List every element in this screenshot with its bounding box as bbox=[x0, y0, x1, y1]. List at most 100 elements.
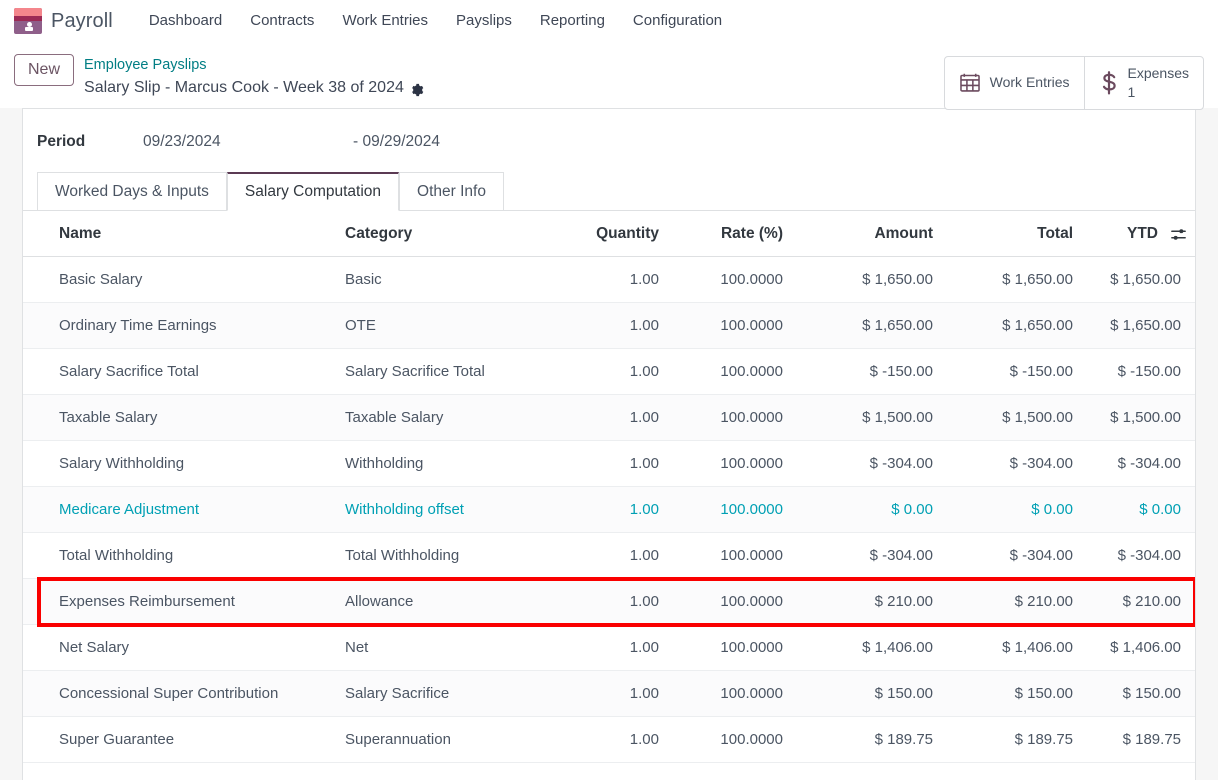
table-row[interactable]: Basic SalaryBasic1.00100.0000$ 1,650.00$… bbox=[23, 257, 1195, 303]
cell-category[interactable]: Net bbox=[335, 625, 551, 671]
cell-amount[interactable]: $ -150.00 bbox=[793, 349, 943, 395]
cell-category[interactable]: Salary Sacrifice Total bbox=[335, 349, 551, 395]
cell-name[interactable]: Ordinary Time Earnings bbox=[23, 303, 335, 349]
cell-name[interactable]: Salary Withholding bbox=[23, 441, 335, 487]
cell-amount[interactable]: $ 150.00 bbox=[793, 671, 943, 717]
table-row[interactable]: Salary WithholdingWithholding1.00100.000… bbox=[23, 441, 1195, 487]
cell-rate[interactable]: 100.0000 bbox=[669, 671, 793, 717]
cell-name[interactable]: Total Withholding bbox=[23, 533, 335, 579]
cell-quantity[interactable]: 1.00 bbox=[551, 257, 669, 303]
cell-category[interactable]: Superannuation bbox=[335, 717, 551, 763]
table-row[interactable]: Medicare AdjustmentWithholding offset1.0… bbox=[23, 487, 1195, 533]
nav-item-reporting[interactable]: Reporting bbox=[526, 0, 619, 42]
cell-ytd[interactable]: $ 189.75 bbox=[1083, 717, 1195, 763]
cell-quantity[interactable]: 1.00 bbox=[551, 349, 669, 395]
stat-button-work-entries[interactable]: Work Entries bbox=[945, 57, 1085, 109]
cell-amount[interactable]: $ 210.00 bbox=[793, 579, 943, 625]
cell-category[interactable]: Taxable Salary bbox=[335, 395, 551, 441]
cell-rate[interactable]: 100.0000 bbox=[669, 717, 793, 763]
period-date-from[interactable]: 09/23/2024 bbox=[143, 133, 353, 151]
column-header-amount[interactable]: Amount bbox=[793, 211, 943, 257]
table-row[interactable]: Ordinary Time EarningsOTE1.00100.0000$ 1… bbox=[23, 303, 1195, 349]
cell-category[interactable]: Total Withholding bbox=[335, 533, 551, 579]
column-header-name[interactable]: Name bbox=[23, 211, 335, 257]
nav-item-configuration[interactable]: Configuration bbox=[619, 0, 736, 42]
table-row[interactable]: Total WithholdingTotal Withholding1.0010… bbox=[23, 533, 1195, 579]
cell-name[interactable]: Basic Salary bbox=[23, 257, 335, 303]
cell-amount[interactable]: $ 1,406.00 bbox=[793, 625, 943, 671]
cell-name[interactable]: Concessional Super Contribution bbox=[23, 671, 335, 717]
cell-ytd[interactable]: $ -304.00 bbox=[1083, 441, 1195, 487]
cell-quantity[interactable]: 1.00 bbox=[551, 533, 669, 579]
cell-name[interactable]: Taxable Salary bbox=[23, 395, 335, 441]
tab-other-info[interactable]: Other Info bbox=[399, 172, 504, 211]
cell-ytd[interactable]: $ 0.00 bbox=[1083, 487, 1195, 533]
cell-name[interactable]: Expenses Reimbursement bbox=[23, 579, 335, 625]
cell-total[interactable]: $ -150.00 bbox=[943, 349, 1083, 395]
cell-amount[interactable]: $ 1,500.00 bbox=[793, 395, 943, 441]
cell-quantity[interactable]: 1.00 bbox=[551, 441, 669, 487]
cell-rate[interactable]: 100.0000 bbox=[669, 349, 793, 395]
column-header-ytd-label[interactable]: YTD bbox=[1127, 225, 1158, 243]
cell-total[interactable]: $ 1,650.00 bbox=[943, 257, 1083, 303]
cell-total[interactable]: $ 1,500.00 bbox=[943, 395, 1083, 441]
breadcrumb-parent-link[interactable]: Employee Payslips bbox=[84, 55, 424, 76]
cell-quantity[interactable]: 1.00 bbox=[551, 671, 669, 717]
cell-quantity[interactable]: 1.00 bbox=[551, 579, 669, 625]
cell-rate[interactable]: 100.0000 bbox=[669, 625, 793, 671]
cell-total[interactable]: $ 210.00 bbox=[943, 579, 1083, 625]
cell-ytd[interactable]: $ 1,500.00 bbox=[1083, 395, 1195, 441]
cell-ytd[interactable]: $ 210.00 bbox=[1083, 579, 1195, 625]
cell-category[interactable]: Withholding offset bbox=[335, 487, 551, 533]
nav-item-payslips[interactable]: Payslips bbox=[442, 0, 526, 42]
column-header-total[interactable]: Total bbox=[943, 211, 1083, 257]
cell-category[interactable]: Salary Sacrifice bbox=[335, 671, 551, 717]
nav-item-contracts[interactable]: Contracts bbox=[236, 0, 328, 42]
cell-ytd[interactable]: $ 150.00 bbox=[1083, 671, 1195, 717]
sliders-icon[interactable] bbox=[1170, 226, 1187, 243]
table-row[interactable]: Net SalaryNet1.00100.0000$ 1,406.00$ 1,4… bbox=[23, 625, 1195, 671]
cell-total[interactable]: $ 0.00 bbox=[943, 487, 1083, 533]
cell-ytd[interactable]: $ 1,650.00 bbox=[1083, 303, 1195, 349]
cell-quantity[interactable]: 1.00 bbox=[551, 395, 669, 441]
cell-total[interactable]: $ 189.75 bbox=[943, 717, 1083, 763]
table-row[interactable]: Concessional Super ContributionSalary Sa… bbox=[23, 671, 1195, 717]
cell-quantity[interactable]: 1.00 bbox=[551, 717, 669, 763]
cell-amount[interactable]: $ 1,650.00 bbox=[793, 303, 943, 349]
cell-ytd[interactable]: $ -150.00 bbox=[1083, 349, 1195, 395]
nav-item-dashboard[interactable]: Dashboard bbox=[135, 0, 236, 42]
cell-ytd[interactable]: $ 1,650.00 bbox=[1083, 257, 1195, 303]
cell-name[interactable]: Super Guarantee bbox=[23, 717, 335, 763]
cell-total[interactable]: $ 150.00 bbox=[943, 671, 1083, 717]
cell-ytd[interactable]: $ 1,406.00 bbox=[1083, 625, 1195, 671]
cell-amount[interactable]: $ 1,650.00 bbox=[793, 257, 943, 303]
cell-amount[interactable]: $ -304.00 bbox=[793, 533, 943, 579]
cell-rate[interactable]: 100.0000 bbox=[669, 533, 793, 579]
stat-button-expenses[interactable]: Expenses 1 bbox=[1085, 57, 1203, 109]
cell-total[interactable]: $ -304.00 bbox=[943, 441, 1083, 487]
cell-category[interactable]: Withholding bbox=[335, 441, 551, 487]
cell-rate[interactable]: 100.0000 bbox=[669, 303, 793, 349]
cell-ytd[interactable]: $ -304.00 bbox=[1083, 533, 1195, 579]
cell-quantity[interactable]: 1.00 bbox=[551, 487, 669, 533]
cell-rate[interactable]: 100.0000 bbox=[669, 441, 793, 487]
cell-name[interactable]: Net Salary bbox=[23, 625, 335, 671]
column-header-quantity[interactable]: Quantity bbox=[551, 211, 669, 257]
cell-amount[interactable]: $ -304.00 bbox=[793, 441, 943, 487]
tab-salary-computation[interactable]: Salary Computation bbox=[227, 172, 399, 211]
cell-category[interactable]: Allowance bbox=[335, 579, 551, 625]
cell-total[interactable]: $ 1,650.00 bbox=[943, 303, 1083, 349]
cell-rate[interactable]: 100.0000 bbox=[669, 487, 793, 533]
table-row[interactable]: Taxable SalaryTaxable Salary1.00100.0000… bbox=[23, 395, 1195, 441]
table-row[interactable]: Salary Sacrifice TotalSalary Sacrifice T… bbox=[23, 349, 1195, 395]
period-date-to[interactable]: - 09/29/2024 bbox=[353, 133, 440, 151]
tab-worked-days-inputs[interactable]: Worked Days & Inputs bbox=[37, 172, 227, 211]
brand[interactable]: Payroll bbox=[14, 8, 135, 34]
cell-name[interactable]: Salary Sacrifice Total bbox=[23, 349, 335, 395]
column-header-category[interactable]: Category bbox=[335, 211, 551, 257]
cell-amount[interactable]: $ 0.00 bbox=[793, 487, 943, 533]
gear-icon[interactable] bbox=[410, 81, 424, 95]
cell-category[interactable]: OTE bbox=[335, 303, 551, 349]
table-row[interactable]: Expenses ReimbursementAllowance1.00100.0… bbox=[23, 579, 1195, 625]
cell-quantity[interactable]: 1.00 bbox=[551, 303, 669, 349]
